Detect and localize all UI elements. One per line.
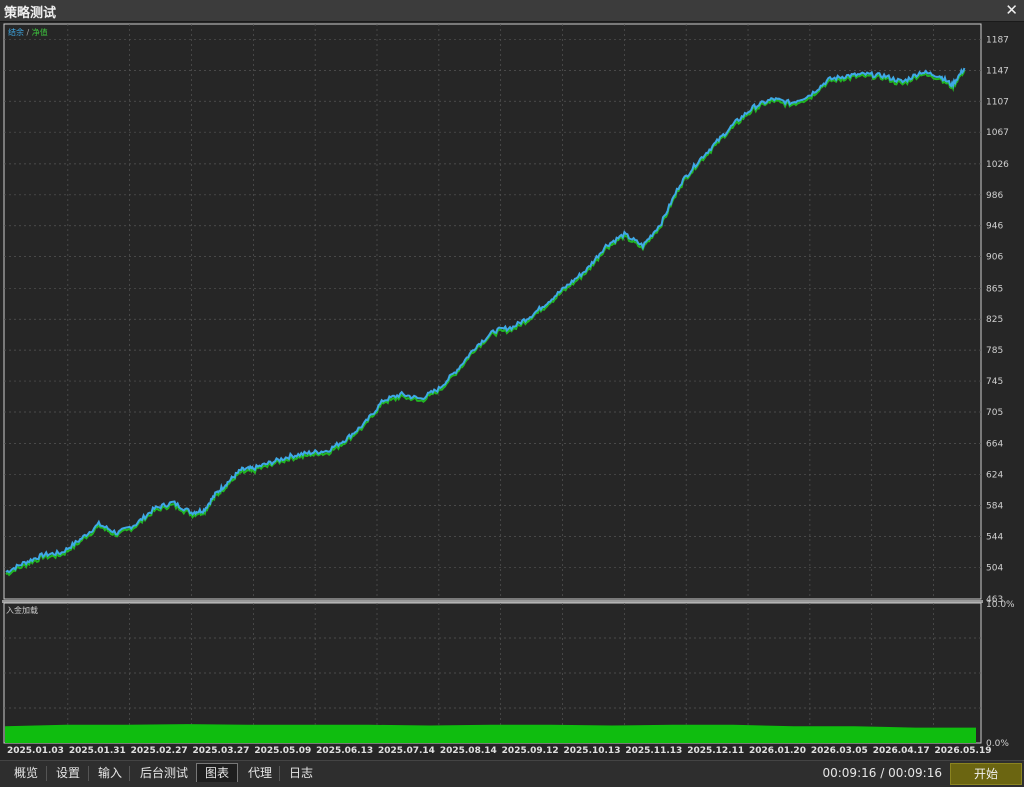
y-tick-label: 946 (986, 222, 1003, 232)
y-tick-label: 584 (986, 501, 1003, 511)
timer-total: 00:09:16 (888, 766, 942, 780)
tab-divider (88, 766, 89, 781)
bottom-tab-bar: 概览 设置 输入 后台测试 图表 代理 日志 00:09:16 / 00:09:… (0, 760, 1024, 787)
start-button[interactable]: 开始 (950, 763, 1022, 785)
y-tick-label: 1067 (986, 128, 1009, 138)
sub-y-tick-label: 0.0% (986, 739, 1009, 749)
y-tick-label: 544 (986, 532, 1003, 542)
deposit-load-label: 入金加载 (6, 606, 38, 615)
tab-settings[interactable]: 设置 (48, 764, 88, 782)
x-tick-label: 2026.05.19 (935, 746, 992, 756)
x-tick-label: 2025.11.13 (625, 746, 682, 756)
y-tick-label: 1026 (986, 160, 1009, 170)
tab-graph[interactable]: 图表 (196, 763, 239, 782)
x-tick-label: 2026.03.05 (811, 746, 868, 756)
y-tick-label: 664 (986, 440, 1003, 450)
x-tick-label: 2025.02.27 (131, 746, 188, 756)
y-tick-label: 504 (986, 563, 1003, 573)
y-tick-label: 705 (986, 408, 1003, 418)
sub-y-tick-label: 10.0% (986, 600, 1015, 610)
timer-separator: / (880, 766, 885, 780)
legend-separator: / (26, 28, 30, 37)
tab-journal[interactable]: 日志 (281, 764, 321, 782)
chart-area[interactable]: 463 504 544 584 624 664 705 745 785 825 865 906 946 9… (0, 22, 1024, 760)
x-tick-label: 2025.08.14 (440, 746, 497, 756)
tab-divider (279, 766, 280, 781)
x-tick-label: 2025.12.11 (687, 746, 744, 756)
x-tick-label: 2025.05.09 (254, 746, 311, 756)
x-tick-label: 2025.10.13 (564, 746, 621, 756)
y-tick-label: 1107 (986, 97, 1009, 107)
title-bar: 策略测试 ✕ (0, 0, 1024, 22)
x-tick-label: 2025.01.03 (7, 746, 64, 756)
deposit-load-area (5, 724, 976, 743)
y-tick-label: 624 (986, 471, 1003, 481)
y-tick-label: 1187 (986, 35, 1009, 45)
chart-legend: 结余 / 净值 (8, 27, 48, 38)
tab-divider (129, 766, 130, 781)
tab-overview[interactable]: 概览 (6, 764, 46, 782)
legend-balance: 结余 (8, 28, 24, 37)
y-tick-label: 1147 (986, 66, 1009, 76)
tab-divider (46, 766, 47, 781)
tab-agents[interactable]: 代理 (240, 764, 280, 782)
y-tick-label: 865 (986, 284, 1003, 294)
y-tick-label: 785 (986, 346, 1003, 356)
y-tick-label: 825 (986, 315, 1003, 325)
window-title: 策略测试 (4, 6, 57, 21)
x-tick-label: 2025.07.14 (378, 746, 435, 756)
legend-equity: 净值 (31, 28, 48, 37)
test-timer: 00:09:16 / 00:09:16 (822, 766, 942, 780)
y-tick-label: 745 (986, 377, 1003, 387)
tab-backtest[interactable]: 后台测试 (132, 764, 196, 782)
close-icon[interactable]: ✕ (1005, 1, 1018, 19)
x-tick-label: 2025.06.13 (316, 746, 373, 756)
x-tick-label: 2026.01.20 (749, 746, 806, 756)
y-tick-label: 986 (986, 191, 1003, 201)
x-tick-label: 2025.09.12 (502, 746, 559, 756)
timer-elapsed: 00:09:16 (822, 766, 877, 780)
equity-line (5, 69, 966, 577)
x-tick-label: 2025.03.27 (193, 746, 250, 756)
tab-inputs[interactable]: 输入 (90, 764, 130, 782)
x-tick-label: 2025.01.31 (69, 746, 126, 756)
equity-chart[interactable]: 4635045445846246647057457858258659069469… (0, 22, 1024, 760)
balance-line (5, 67, 966, 574)
x-tick-label: 2026.04.17 (873, 746, 930, 756)
y-tick-label: 906 (986, 253, 1003, 263)
